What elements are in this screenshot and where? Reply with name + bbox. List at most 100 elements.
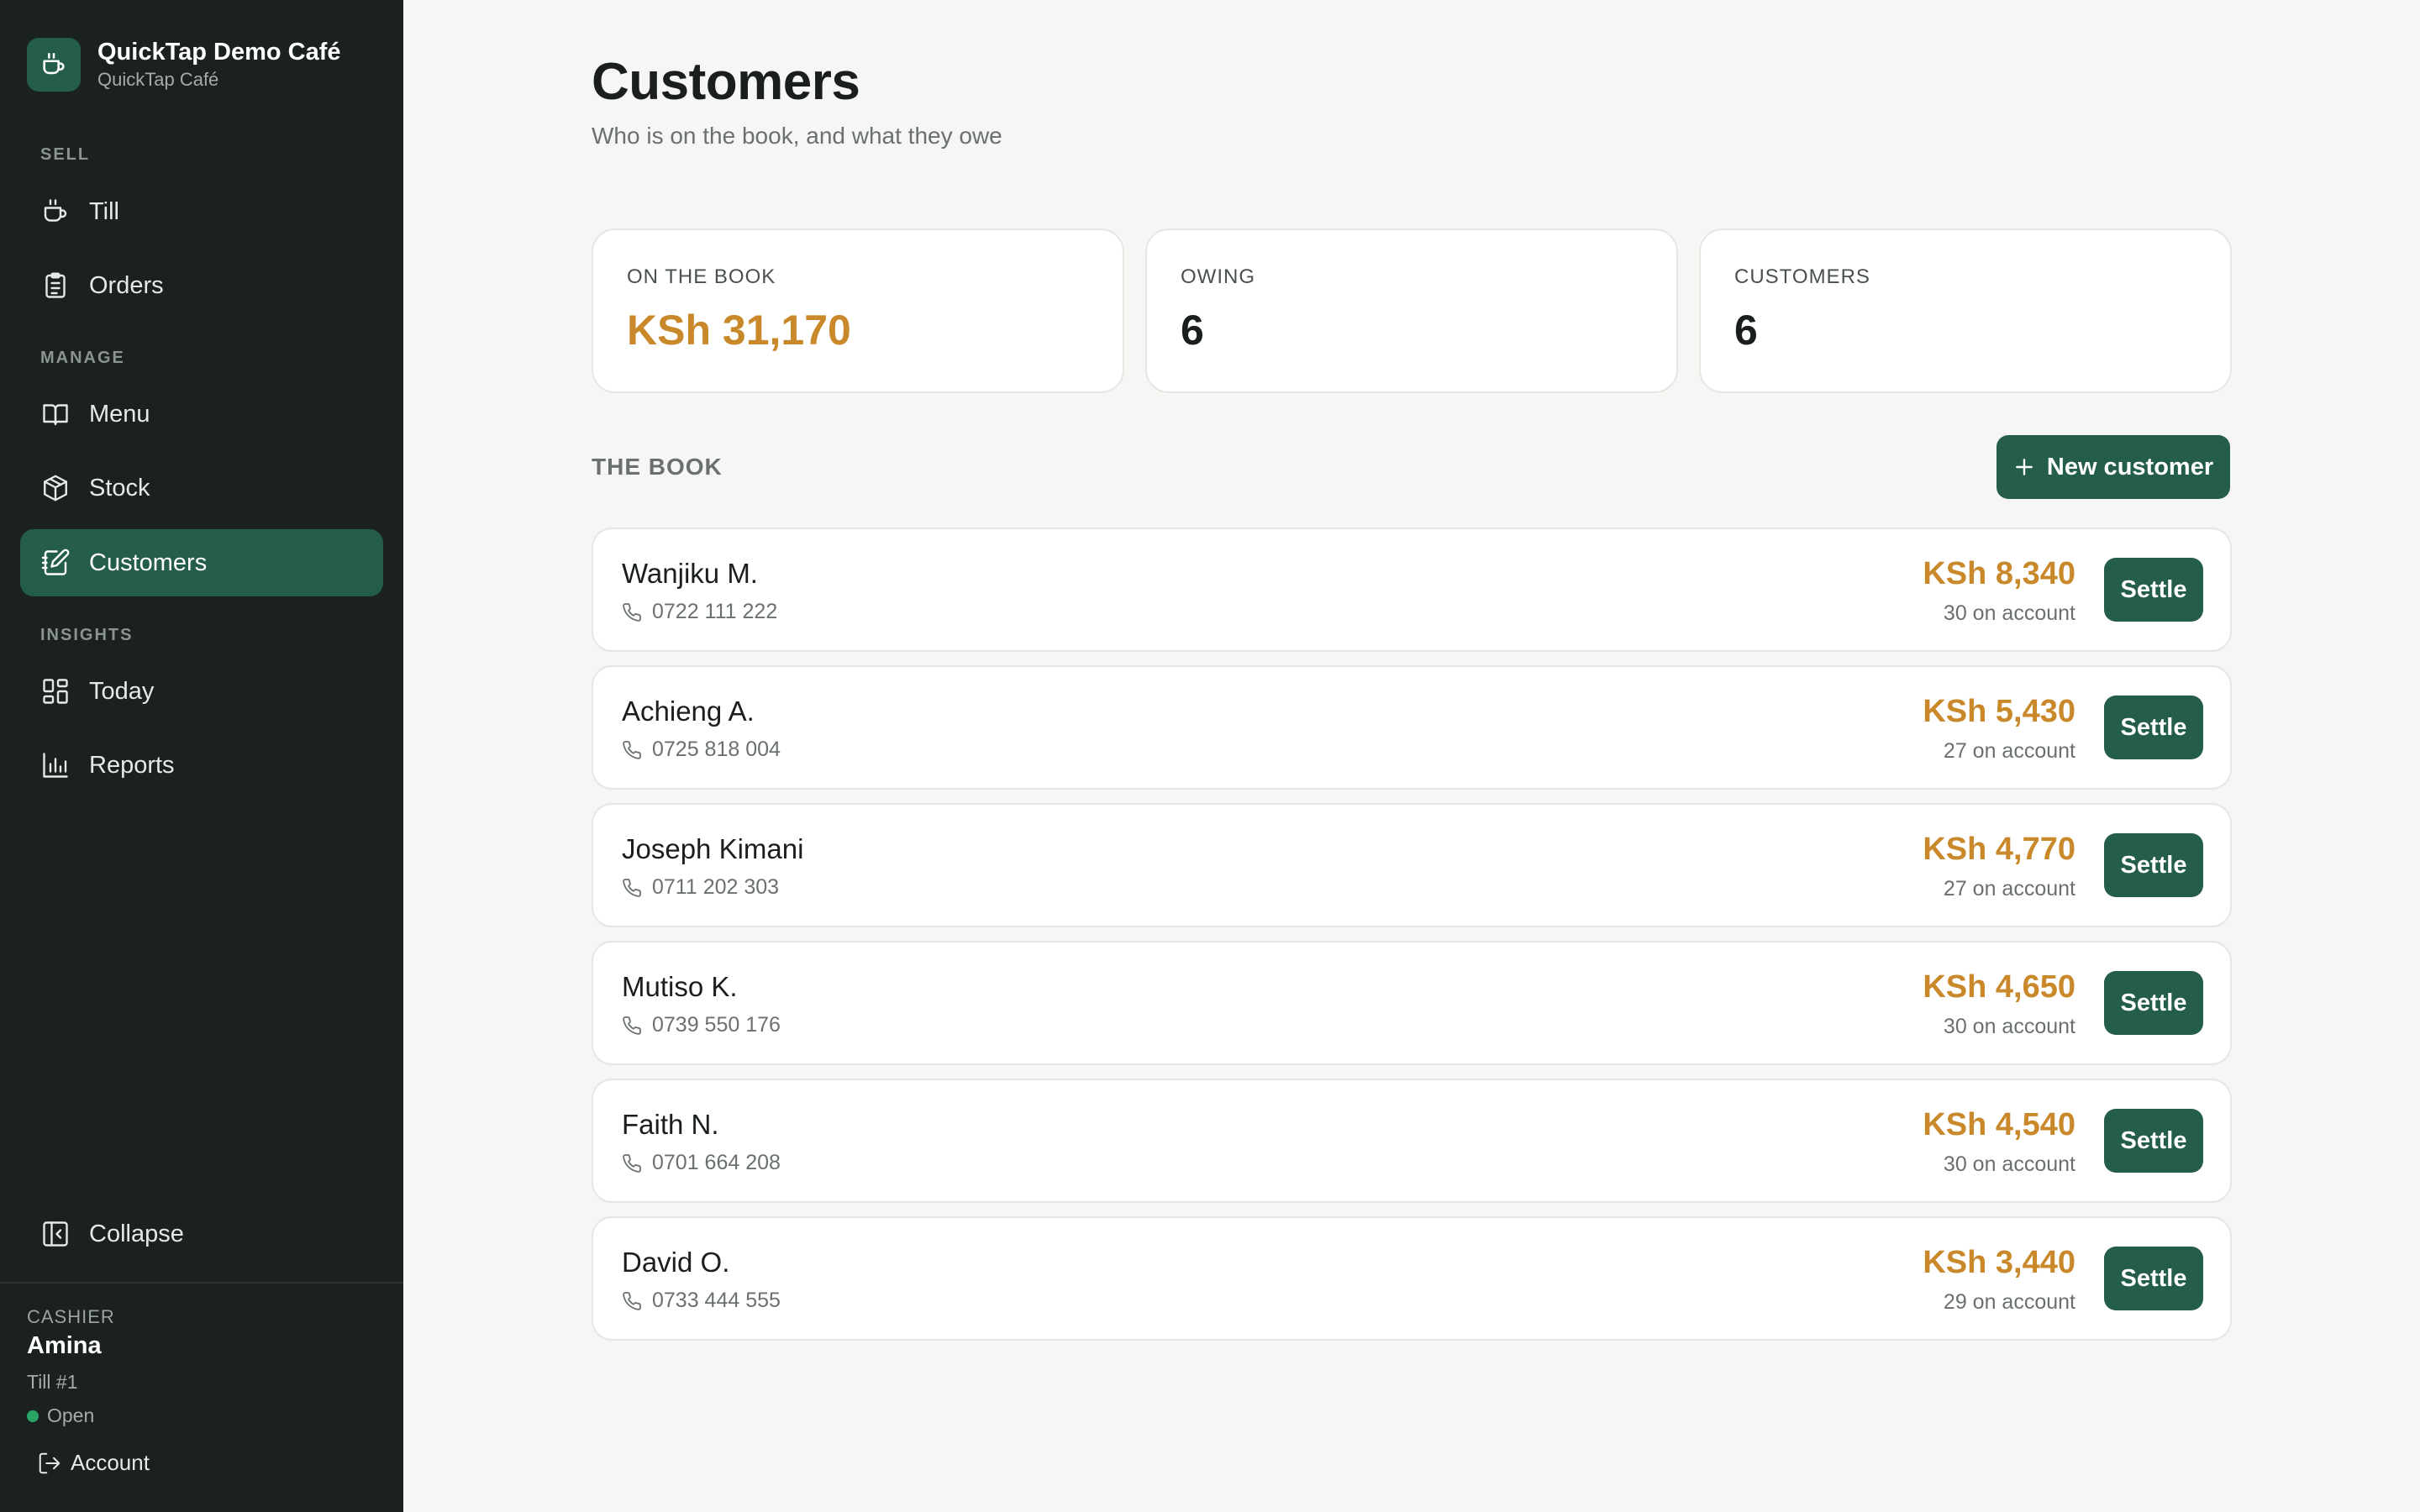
sidebar-item-label: Menu: [89, 400, 150, 428]
customer-amount: KSh 3,440: [1923, 1245, 2075, 1280]
stat-value: 6: [1181, 307, 1204, 354]
collapse-button[interactable]: Collapse: [20, 1200, 383, 1268]
customer-amount: KSh 5,430: [1923, 694, 2075, 729]
sidebar-item-label: Today: [89, 677, 155, 705]
page-subtitle: Who is on the book, and what they owe: [592, 123, 1002, 149]
stat-label: OWING: [1181, 265, 1255, 288]
till-label: Till #1: [27, 1371, 78, 1393]
customer-name: Achieng A.: [622, 696, 755, 727]
brand: QuickTap Demo Café QuickTap Café: [27, 37, 341, 92]
plus-icon: [2016, 459, 2033, 475]
settle-button[interactable]: Settle: [2104, 971, 2203, 1035]
section-label-insights: INSIGHTS: [40, 626, 134, 644]
customer-phone-number: 0725 818 004: [652, 738, 781, 761]
customer-name: Faith N.: [622, 1109, 719, 1140]
customer-row[interactable]: Faith N. 0701 664 208 KSh 4,540 30 on ac…: [592, 1079, 2232, 1203]
phone-icon: [623, 740, 641, 759]
stat-card-on-the-book: ON THE BOOK KSh 31,170: [592, 228, 1124, 393]
customer-row[interactable]: David O. 0733 444 555 KSh 3,440 29 on ac…: [592, 1216, 2232, 1341]
account-label: Account: [71, 1450, 150, 1475]
page-title: Customers: [592, 53, 860, 111]
sidebar-item-till[interactable]: Till: [20, 178, 383, 245]
customer-amount: KSh 4,770: [1923, 832, 2075, 867]
customer-row[interactable]: Joseph Kimani 0711 202 303 KSh 4,770 27 …: [592, 803, 2232, 927]
customer-account-count: 29 on account: [1943, 1290, 2075, 1314]
settle-button[interactable]: Settle: [2104, 1109, 2203, 1173]
logout-icon: [39, 1452, 60, 1473]
cup-icon: [44, 199, 67, 222]
customer-phone: 0722 111 222: [622, 600, 777, 624]
customer-phone-number: 0733 444 555: [652, 1289, 781, 1312]
customer-phone-number: 0722 111 222: [652, 600, 778, 623]
brand-subtitle: QuickTap Café: [97, 69, 219, 90]
stat-value: KSh 31,170: [627, 307, 851, 354]
settle-button[interactable]: Settle: [2104, 833, 2203, 897]
sidebar-item-label: Stock: [89, 474, 150, 501]
customer-name: David O.: [622, 1247, 730, 1278]
customer-row[interactable]: Mutiso K. 0739 550 176 KSh 4,650 30 on a…: [592, 941, 2232, 1065]
customer-account-count: 27 on account: [1943, 739, 2075, 763]
stat-card-owing: OWING 6: [1145, 228, 1678, 393]
customer-row[interactable]: Wanjiku M. 0722 111 222 KSh 8,340 30 on …: [592, 528, 2232, 652]
stat-label: ON THE BOOK: [627, 265, 776, 288]
section-label-manage: MANAGE: [40, 349, 125, 367]
book-open-icon: [43, 404, 68, 426]
customer-name: Joseph Kimani: [622, 833, 804, 864]
phone-icon: [623, 602, 641, 622]
sidebar-item-customers[interactable]: Customers: [20, 529, 383, 596]
till-status-label: Open: [47, 1404, 95, 1426]
customer-amount: KSh 4,540: [1923, 1107, 2075, 1142]
sidebar: QuickTap Demo Café QuickTap Café SELL Ti…: [0, 0, 403, 1512]
sidebar-item-today[interactable]: Today: [20, 658, 383, 725]
customer-account-count: 30 on account: [1943, 1015, 2075, 1038]
customer-phone-number: 0711 202 303: [652, 875, 780, 899]
phone-icon: [623, 1153, 641, 1173]
account-link[interactable]: Account: [37, 1450, 150, 1476]
sidebar-item-orders[interactable]: Orders: [20, 252, 383, 319]
settle-button[interactable]: Settle: [2104, 558, 2203, 622]
sidebar-item-label: Customers: [89, 549, 208, 576]
stat-label: CUSTOMERS: [1734, 265, 1870, 288]
clipboard-icon: [45, 272, 66, 298]
customer-account-count: 30 on account: [1943, 1152, 2075, 1176]
customer-phone: 0733 444 555: [622, 1289, 781, 1313]
customer-account-count: 30 on account: [1943, 601, 2075, 625]
brand-name: QuickTap Demo Café: [97, 39, 341, 66]
settle-button[interactable]: Settle: [2104, 696, 2203, 759]
bar-chart-icon: [43, 753, 68, 778]
box-icon: [44, 475, 67, 501]
customer-row[interactable]: Achieng A. 0725 818 004 KSh 5,430 27 on …: [592, 665, 2232, 790]
customer-name: Wanjiku M.: [622, 558, 758, 589]
phone-icon: [623, 1016, 641, 1035]
stat-card-customers: CUSTOMERS 6: [1699, 228, 2232, 393]
new-customer-label: New customer: [2046, 453, 2214, 480]
sidebar-divider: [0, 1282, 403, 1284]
customer-phone-number: 0739 550 176: [652, 1013, 781, 1037]
customer-amount: KSh 4,650: [1923, 969, 2075, 1005]
customer-account-count: 27 on account: [1943, 877, 2075, 900]
customer-phone: 0701 664 208: [622, 1151, 781, 1175]
dashboard-icon: [43, 679, 68, 704]
customer-amount: KSh 8,340: [1923, 556, 2075, 591]
customer-phone: 0725 818 004: [622, 738, 781, 762]
customer-phone-number: 0701 664 208: [652, 1151, 781, 1174]
sidebar-item-label: Orders: [89, 271, 164, 299]
section-label-sell: SELL: [40, 145, 91, 164]
sidebar-item-reports[interactable]: Reports: [20, 732, 383, 799]
sidebar-item-stock[interactable]: Stock: [20, 454, 383, 522]
new-customer-button[interactable]: New customer: [1996, 435, 2230, 499]
status-dot-icon: [27, 1410, 39, 1422]
till-status: Open: [27, 1404, 94, 1427]
ledger-icon: [41, 549, 70, 575]
sidebar-item-menu[interactable]: Menu: [20, 381, 383, 448]
phone-icon: [623, 1291, 641, 1310]
customer-phone: 0739 550 176: [622, 1013, 781, 1037]
settle-button[interactable]: Settle: [2104, 1247, 2203, 1310]
cup-logo-icon: [27, 38, 81, 92]
stat-value: 6: [1734, 307, 1758, 354]
customer-phone: 0711 202 303: [622, 875, 779, 900]
cashier-name: Amina: [27, 1332, 102, 1359]
collapse-sidebar-icon: [43, 1221, 68, 1247]
customer-name: Mutiso K.: [622, 971, 738, 1002]
book-heading: THE BOOK: [592, 454, 723, 480]
